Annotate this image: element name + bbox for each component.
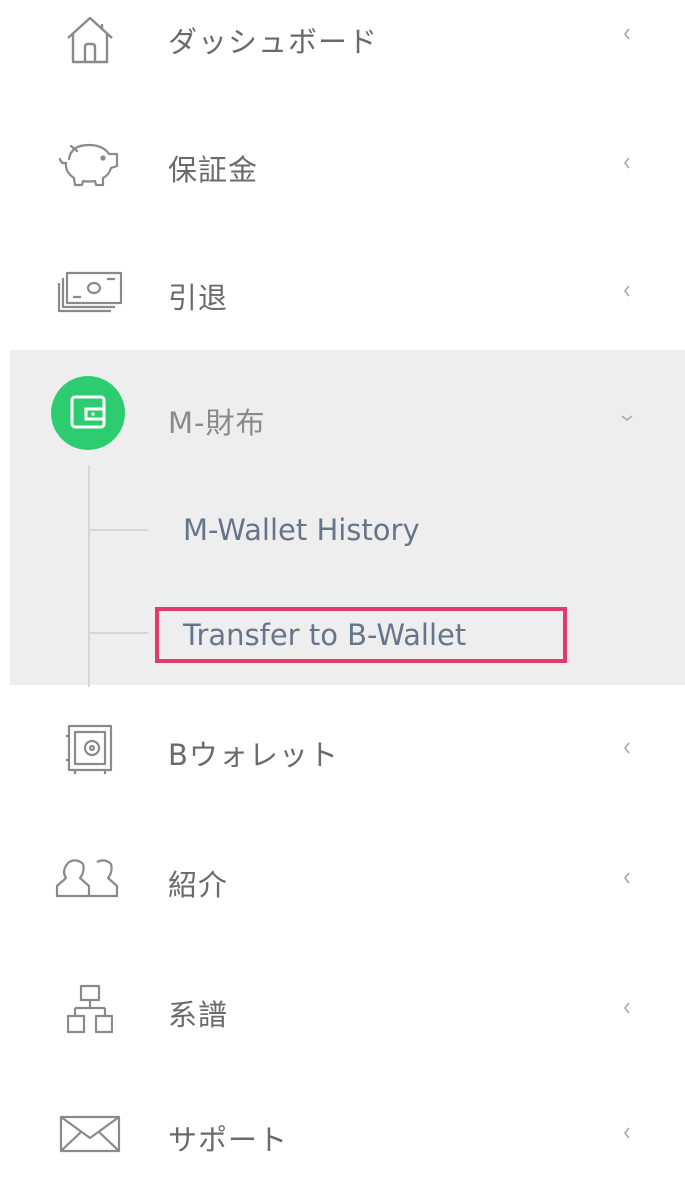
sidebar-item-label: サポート (168, 1123, 289, 1157)
chevron-left-icon (617, 866, 637, 890)
sidebar-item-label: 紹介 (168, 868, 229, 902)
chevron-left-icon (617, 996, 637, 1020)
chevron-left-icon (617, 151, 637, 175)
sidebar-item-dashboard[interactable]: ダッシュボード (0, 0, 685, 90)
chevron-left-icon (617, 22, 637, 46)
sidebar-item-referral[interactable]: 紹介 (0, 830, 685, 930)
sidebar-item-label: M-財布 (168, 406, 266, 440)
sidebar-item-mwallet[interactable]: M-財布 (0, 370, 685, 470)
chevron-left-icon (617, 1121, 637, 1145)
sidebar-item-label: ダッシュボード (168, 25, 379, 59)
sidebar-item-deposit[interactable]: 保証金 (0, 115, 685, 215)
sidebar-item-withdraw[interactable]: 引退 (0, 243, 685, 343)
submenu-tree-branch (90, 529, 148, 531)
sidebar-item-genealogy[interactable]: 系譜 (0, 960, 685, 1060)
submenu-item-mwallet-history[interactable]: M-Wallet History (155, 502, 567, 558)
chevron-left-icon (617, 736, 637, 760)
cash-stack-icon (55, 256, 125, 326)
chevron-left-icon (617, 279, 637, 303)
submenu-item-transfer-to-bwallet[interactable]: Transfer to B-Wallet (155, 607, 567, 663)
wallet-icon (50, 375, 126, 451)
sidebar-item-label: 系譜 (168, 998, 229, 1032)
submenu-tree-branch (90, 632, 148, 634)
submenu-tree-line (88, 465, 90, 687)
sidebar-item-support[interactable]: サポート (0, 1085, 685, 1185)
users-icon (55, 844, 125, 914)
hierarchy-icon (55, 974, 125, 1044)
safe-icon (55, 714, 125, 784)
sidebar-item-label: 引退 (168, 281, 229, 315)
sidebar-item-label: Bウォレット (168, 738, 339, 772)
sidebar-item-bwallet[interactable]: Bウォレット (0, 700, 685, 800)
submenu-item-label: M-Wallet History (183, 513, 420, 547)
sidebar-item-label: 保証金 (168, 153, 259, 187)
chevron-down-icon (615, 406, 639, 430)
submenu-item-label: Transfer to B-Wallet (183, 618, 467, 652)
home-icon (55, 5, 125, 75)
piggy-bank-icon (55, 128, 125, 198)
